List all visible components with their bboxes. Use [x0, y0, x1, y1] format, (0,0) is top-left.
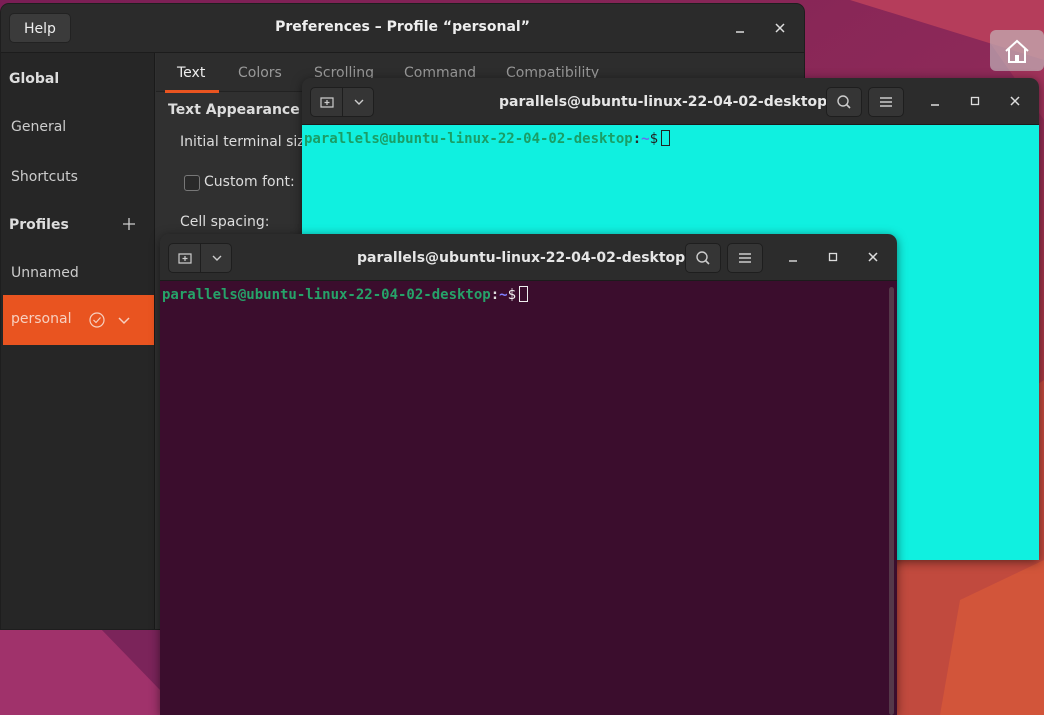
- minimize-icon: [931, 104, 939, 106]
- preferences-sidebar: Global General Shortcuts Profiles Unname…: [1, 53, 155, 629]
- terminal-front-content[interactable]: parallels@ubuntu-linux-22-04-02-desktop:…: [160, 281, 897, 715]
- sidebar-heading-global: Global: [9, 71, 60, 87]
- new-tab-icon: [319, 97, 334, 108]
- prompt-user: parallels@ubuntu-linux-22-04-02-desktop: [304, 131, 633, 147]
- terminal-back-headerbar: parallels@ubuntu-linux-22-04-02-desktop:…: [302, 78, 1039, 125]
- sidebar-item-shortcuts[interactable]: Shortcuts: [11, 169, 78, 185]
- new-tab-icon: [177, 253, 192, 264]
- terminal-front-headerbar: parallels@ubuntu-linux-22-04-02-desktop:…: [160, 234, 897, 281]
- chevron-down-icon: [118, 317, 130, 325]
- chevron-down-icon: [212, 255, 221, 261]
- add-profile-button[interactable]: [121, 216, 137, 232]
- close-icon: [775, 23, 785, 33]
- prompt-path: ~: [641, 131, 650, 147]
- new-tab-split-button[interactable]: [310, 87, 374, 117]
- sidebar-heading-profiles: Profiles: [9, 217, 69, 233]
- sidebar-item-label: personal: [11, 311, 72, 327]
- terminal-prompt: parallels@ubuntu-linux-22-04-02-desktop:…: [162, 286, 529, 303]
- minimize-icon: [789, 260, 797, 262]
- cell-spacing-label: Cell spacing:: [180, 214, 270, 230]
- home-folder-icon[interactable]: [990, 30, 1044, 71]
- maximize-button[interactable]: [964, 90, 986, 112]
- chevron-down-icon: [354, 99, 363, 105]
- new-tab-button[interactable]: [169, 244, 200, 272]
- prompt-sep: :: [490, 287, 500, 303]
- plus-icon: [123, 218, 135, 230]
- new-tab-split-button[interactable]: [168, 243, 232, 273]
- search-button[interactable]: [826, 87, 862, 117]
- prompt-symbol: $: [649, 131, 659, 147]
- check-circle-icon: [89, 312, 105, 328]
- close-button[interactable]: [862, 246, 884, 268]
- maximize-button[interactable]: [822, 246, 844, 268]
- terminal-front-title: parallels@ubuntu-linux-22-04-02-desktop:…: [357, 250, 708, 266]
- preferences-headerbar: Help Preferences – Profile “personal”: [1, 4, 804, 53]
- terminal-cursor: [661, 130, 671, 146]
- prompt-user: parallels@ubuntu-linux-22-04-02-desktop: [162, 287, 491, 303]
- prompt-symbol: $: [507, 287, 517, 303]
- close-button[interactable]: [769, 17, 791, 39]
- minimize-icon: [736, 31, 744, 33]
- custom-font-label[interactable]: Custom font:: [204, 174, 295, 190]
- minimize-button[interactable]: [924, 90, 946, 112]
- new-tab-menu-button[interactable]: [343, 88, 374, 116]
- home-icon: [1005, 39, 1029, 63]
- hamburger-icon: [880, 97, 892, 107]
- sidebar-item-general[interactable]: General: [11, 119, 66, 135]
- sidebar-item-profile-personal[interactable]: personal: [3, 295, 154, 345]
- search-icon: [837, 95, 851, 109]
- terminal-cursor: [519, 286, 529, 302]
- prompt-path: ~: [499, 287, 508, 303]
- new-tab-menu-button[interactable]: [201, 244, 232, 272]
- preferences-title: Preferences – Profile “personal”: [275, 19, 530, 35]
- maximize-icon: [970, 96, 980, 106]
- minimize-button[interactable]: [782, 246, 804, 268]
- hamburger-icon: [739, 253, 751, 263]
- section-title: Text Appearance: [168, 102, 300, 118]
- menu-button[interactable]: [868, 87, 904, 117]
- search-button[interactable]: [685, 243, 721, 273]
- terminal-prompt: parallels@ubuntu-linux-22-04-02-desktop:…: [304, 130, 671, 147]
- terminal-back-title: parallels@ubuntu-linux-22-04-02-desktop:…: [499, 94, 850, 110]
- maximize-icon: [828, 252, 838, 262]
- new-tab-button[interactable]: [311, 88, 342, 116]
- search-icon: [696, 251, 710, 265]
- close-icon: [868, 252, 878, 262]
- help-button[interactable]: Help: [9, 13, 71, 43]
- custom-font-checkbox[interactable]: [184, 175, 200, 191]
- terminal-scrollbar[interactable]: [889, 287, 894, 715]
- close-icon: [1010, 96, 1020, 106]
- profile-menu-button[interactable]: [115, 311, 133, 329]
- prompt-sep: :: [632, 131, 642, 147]
- close-button[interactable]: [1004, 90, 1026, 112]
- active-tab-indicator: [165, 90, 219, 93]
- terminal-window-front[interactable]: parallels@ubuntu-linux-22-04-02-desktop:…: [160, 234, 897, 715]
- menu-button[interactable]: [727, 243, 763, 273]
- tab-text[interactable]: Text: [177, 65, 205, 81]
- sidebar-item-profile-unnamed[interactable]: Unnamed: [11, 265, 79, 281]
- minimize-button[interactable]: [729, 17, 751, 39]
- initial-size-label: Initial terminal size: [180, 134, 314, 150]
- tab-colors[interactable]: Colors: [238, 65, 282, 81]
